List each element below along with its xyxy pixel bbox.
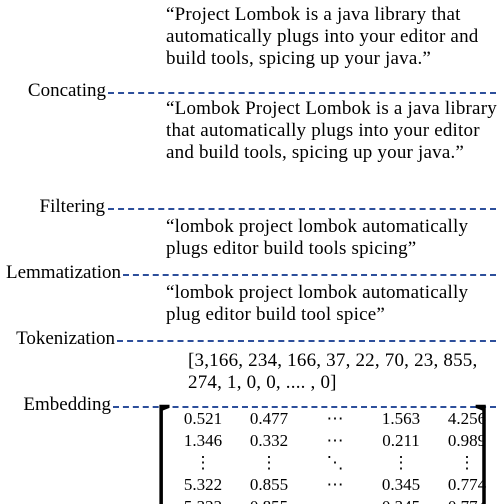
matrix-cell: 0.211 xyxy=(368,430,434,452)
text-block-4: “lombok project lombok automatically plu… xyxy=(166,282,496,326)
text-block-3: “lombok project lombok automatically plu… xyxy=(166,216,496,260)
matrix-cell: 0.345 xyxy=(368,474,434,496)
matrix-cell: 5.322 xyxy=(170,496,236,504)
matrix-cell: 0.855 xyxy=(236,496,302,504)
step-embedding-label: Embedding xyxy=(6,394,111,416)
dash-filtering xyxy=(108,208,496,210)
dash-concating xyxy=(108,92,496,94)
matrix-cell: 0.989 xyxy=(434,430,500,452)
matrix-cell: 1.346 xyxy=(170,430,236,452)
matrix-cell: ⋱ xyxy=(302,452,368,474)
matrix-cell: 4.256 xyxy=(434,408,500,430)
matrix-cell: ⋮ xyxy=(170,452,236,474)
text-block-1: “Project Lombok is a java library that a… xyxy=(166,4,496,70)
text-block-5: [3,166, 234, 166, 37, 22, 70, 23, 855, 2… xyxy=(188,350,498,394)
step-lemmatization-label: Lemmatization xyxy=(0,262,121,284)
matrix-cell: ⋯ xyxy=(302,496,368,504)
matrix-cell: 0.774 xyxy=(434,474,500,496)
matrix-cell: ⋯ xyxy=(302,408,368,430)
bracket-right: ] xyxy=(474,386,489,504)
matrix-cell: 0.332 xyxy=(236,430,302,452)
bracket-left: [ xyxy=(156,386,171,504)
matrix-cell: ⋯ xyxy=(302,474,368,496)
dash-tokenization xyxy=(117,340,496,342)
matrix-cell: 0.855 xyxy=(236,474,302,496)
step-filtering-label: Filtering xyxy=(30,196,105,218)
dash-lemmatization xyxy=(123,274,496,276)
matrix-cell: 0.345 xyxy=(368,496,434,504)
matrix-cell: ⋯ xyxy=(302,430,368,452)
matrix-cell: 0.477 xyxy=(236,408,302,430)
matrix-cell: 5.322 xyxy=(170,474,236,496)
embedding-matrix: [ 0.5210.477⋯1.5634.2561.3460.332⋯0.2110… xyxy=(170,408,500,504)
matrix-cell: ⋮ xyxy=(236,452,302,474)
matrix-cell: 0.521 xyxy=(170,408,236,430)
step-tokenization-label: Tokenization xyxy=(0,328,115,350)
text-block-2: “Lombok Project Lombok is a java library… xyxy=(166,98,501,164)
step-concating-label: Concating xyxy=(16,80,106,102)
matrix-cell: 1.563 xyxy=(368,408,434,430)
matrix-cell: ⋮ xyxy=(434,452,500,474)
matrix-cell: ⋮ xyxy=(368,452,434,474)
matrix-cell: 0.774 xyxy=(434,496,500,504)
